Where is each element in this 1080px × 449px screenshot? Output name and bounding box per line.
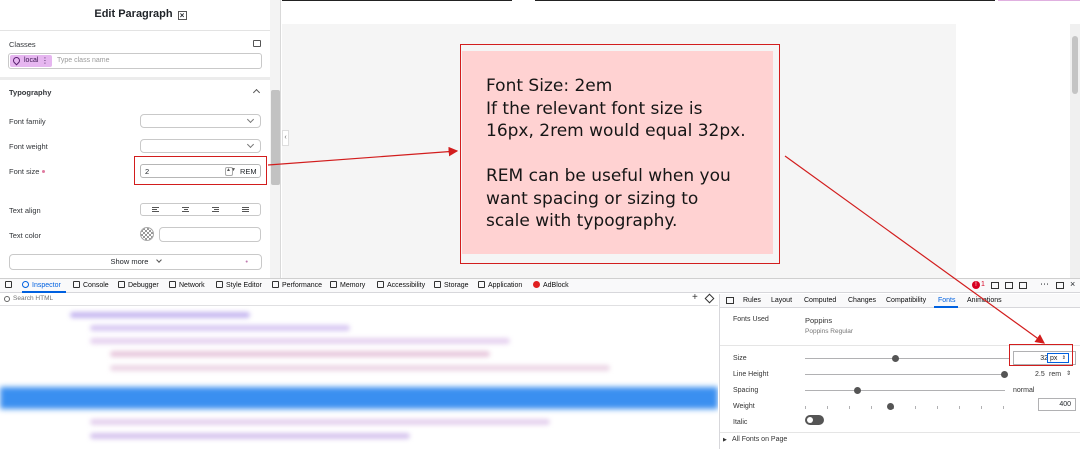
arrow-to-preview <box>267 146 459 166</box>
arrow-to-devtools <box>784 155 1045 344</box>
annotation-arrows <box>267 146 1045 344</box>
